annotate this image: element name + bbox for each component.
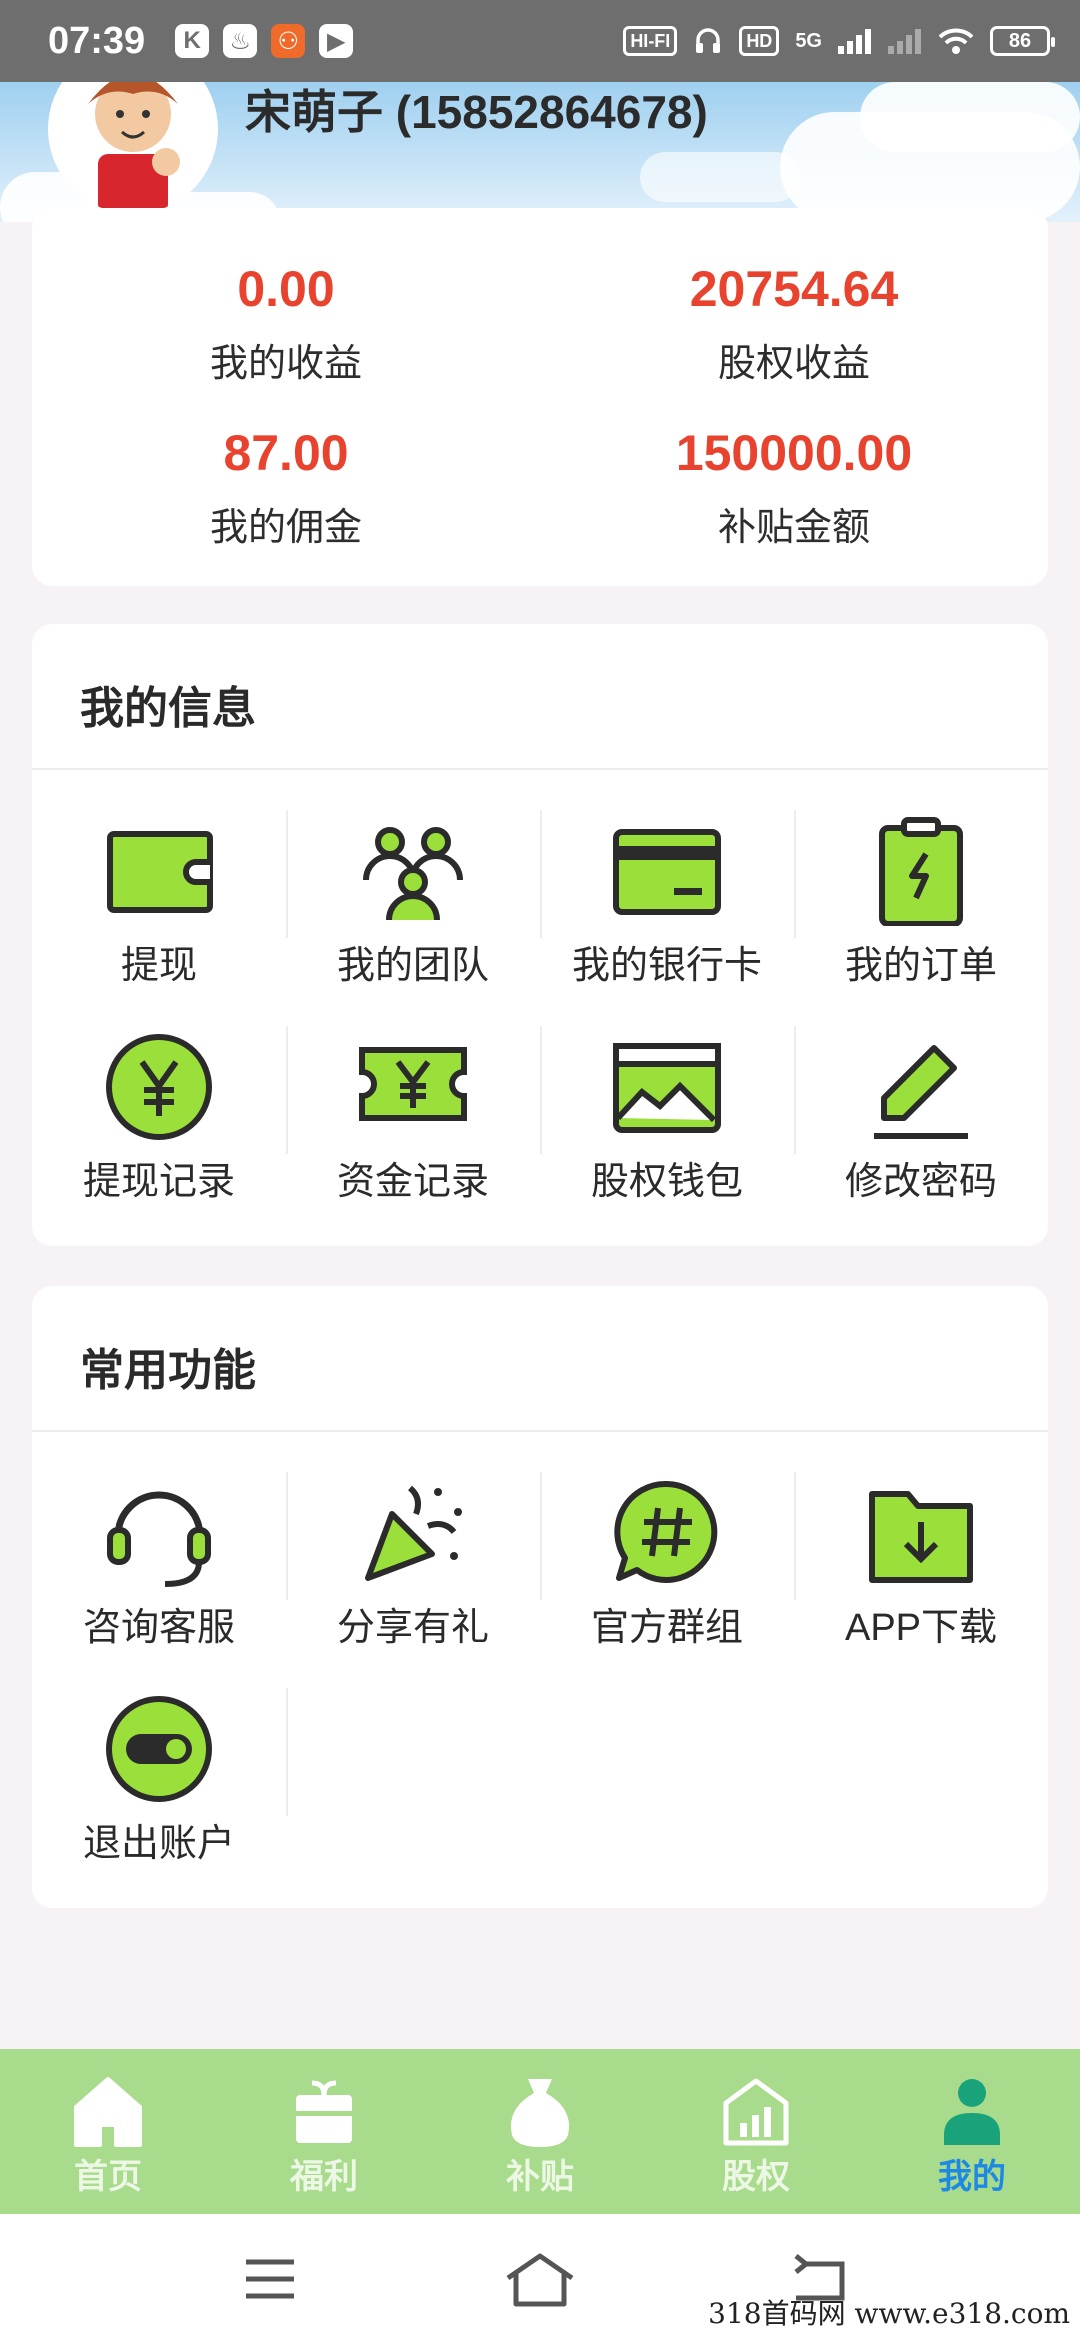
divider bbox=[32, 1430, 1048, 1432]
stat-value: 150000.00 bbox=[675, 425, 913, 481]
stat-label: 我的收益 bbox=[209, 343, 362, 385]
user-icon bbox=[944, 2079, 1000, 2145]
headphones-icon bbox=[696, 28, 721, 53]
menu-label: 我的订单 bbox=[844, 945, 997, 987]
menu-label: 分享有礼 bbox=[336, 1607, 489, 1649]
tab-mine[interactable]: 我的 bbox=[864, 2049, 1080, 2214]
section-title-my-info: 我的信息 bbox=[80, 684, 256, 733]
chart-wallet-icon bbox=[613, 1043, 721, 1133]
menu-label: APP下载 bbox=[844, 1607, 998, 1649]
menu-equity-wallet[interactable]: 股权钱包 bbox=[540, 1016, 794, 1212]
stat-label: 我的佣金 bbox=[209, 507, 362, 549]
tab-label: 我的 bbox=[938, 2158, 1006, 2196]
menu-share-rewards[interactable]: 分享有礼 bbox=[286, 1462, 540, 1658]
profile-banner: 宋萌子 (15852864678) bbox=[0, 82, 1080, 222]
menu-withdraw[interactable]: 提现 bbox=[32, 800, 286, 996]
tab-label: 补贴 bbox=[506, 2158, 574, 2196]
app-k-icon: K bbox=[175, 24, 210, 58]
menu-logout[interactable]: 退出账户 bbox=[32, 1678, 286, 1874]
hifi-icon: HI-FI bbox=[623, 26, 678, 56]
menu-customer-service[interactable]: 咨询客服 bbox=[32, 1462, 286, 1658]
yen-ticket-icon bbox=[359, 1047, 467, 1121]
earnings-card: 0.00 我的收益 20754.64 股权收益 87.00 我的佣金 15000… bbox=[32, 208, 1048, 586]
menu-label: 提现 bbox=[120, 945, 197, 987]
status-time: 07:39 bbox=[48, 19, 146, 62]
menu-label: 退出账户 bbox=[82, 1823, 235, 1865]
menu-my-bank-card[interactable]: 我的银行卡 bbox=[540, 800, 794, 996]
status-right-icons: HI-FI HD 5G 86 bbox=[623, 26, 1055, 56]
stat-value: 20754.64 bbox=[689, 261, 899, 317]
menu-icon[interactable] bbox=[230, 2244, 310, 2314]
signal-weak-icon bbox=[888, 29, 921, 54]
stat-equity-earnings[interactable]: 20754.64 股权收益 bbox=[540, 260, 1048, 387]
section-title-common-functions: 常用功能 bbox=[80, 1346, 256, 1395]
home-nav-icon[interactable] bbox=[500, 2244, 580, 2314]
menu-label: 官方群组 bbox=[590, 1607, 743, 1649]
stat-label: 补贴金额 bbox=[717, 507, 870, 549]
team-icon bbox=[363, 827, 463, 921]
tab-home[interactable]: 首页 bbox=[0, 2049, 216, 2214]
username: 宋萌子 (15852864678) bbox=[245, 86, 708, 138]
menu-official-group[interactable]: 官方群组 bbox=[540, 1462, 794, 1658]
menu-withdraw-records[interactable]: 提现记录 bbox=[32, 1016, 286, 1212]
menu-label: 我的银行卡 bbox=[571, 945, 762, 987]
hd-icon: HD bbox=[739, 26, 780, 56]
tab-label: 福利 bbox=[290, 2158, 358, 2196]
stat-subsidy-amount[interactable]: 150000.00 补贴金额 bbox=[540, 424, 1048, 551]
hashtag-chat-icon bbox=[614, 1480, 718, 1583]
tab-equity[interactable]: 股权 bbox=[648, 2049, 864, 2214]
stat-label: 股权收益 bbox=[717, 343, 870, 385]
yen-coin-icon bbox=[106, 1034, 212, 1140]
app-orange-icon: ⚇ bbox=[271, 24, 306, 58]
stat-value: 87.00 bbox=[223, 425, 349, 481]
menu-change-password[interactable]: 修改密码 bbox=[794, 1016, 1048, 1212]
watermark-text: 318首码网 www.e318.com bbox=[708, 2297, 1070, 2330]
stat-my-commission[interactable]: 87.00 我的佣金 bbox=[32, 424, 540, 551]
signal-icon bbox=[838, 29, 871, 54]
network-type: 5G bbox=[795, 29, 822, 52]
battery-level: 86 bbox=[1008, 29, 1032, 52]
battery-icon: 86 bbox=[990, 26, 1055, 56]
party-popper-icon bbox=[365, 1485, 462, 1581]
menu-label: 股权钱包 bbox=[590, 1161, 743, 1203]
toggle-icon bbox=[106, 1696, 212, 1802]
menu-label: 修改密码 bbox=[844, 1161, 997, 1203]
tab-label: 股权 bbox=[722, 2158, 790, 2196]
stock-building-icon bbox=[723, 2078, 789, 2146]
divider bbox=[32, 768, 1048, 770]
menu-label: 提现记录 bbox=[82, 1161, 235, 1203]
order-clipboard-icon bbox=[879, 817, 963, 926]
wallet-icon bbox=[107, 831, 213, 913]
status-notification-icons: K ♨ ⚇ ▶ bbox=[175, 24, 354, 58]
bottom-tab-bar: 首页 福利 补贴 股权 我的 bbox=[0, 2049, 1080, 2214]
money-bag-icon bbox=[510, 2079, 570, 2147]
tab-welfare[interactable]: 福利 bbox=[216, 2049, 432, 2214]
pencil-icon bbox=[874, 1045, 968, 1139]
stat-value: 0.00 bbox=[237, 261, 335, 317]
gift-box-icon bbox=[296, 2080, 352, 2143]
menu-app-download[interactable]: APP下载 bbox=[794, 1462, 1048, 1658]
tab-subsidy[interactable]: 补贴 bbox=[432, 2049, 648, 2214]
stat-my-earnings[interactable]: 0.00 我的收益 bbox=[32, 260, 540, 387]
menu-my-team[interactable]: 我的团队 bbox=[286, 800, 540, 996]
headset-icon bbox=[107, 1491, 211, 1587]
menu-fund-records[interactable]: 资金记录 bbox=[286, 1016, 540, 1212]
wifi-icon bbox=[938, 28, 974, 54]
tab-label: 首页 bbox=[74, 2158, 142, 2196]
home-icon bbox=[74, 2077, 142, 2147]
menu-label: 我的团队 bbox=[336, 945, 489, 987]
app-play-icon: ▶ bbox=[319, 24, 354, 58]
common-functions-card: 常用功能 咨询客服 分享有礼 官方群组 APP下载 退出账户 bbox=[32, 1286, 1048, 1908]
bank-card-icon bbox=[613, 829, 721, 915]
status-bar: 07:39 K ♨ ⚇ ▶ HI-FI HD 5G 86 bbox=[0, 0, 1080, 82]
menu-label: 咨询客服 bbox=[82, 1607, 235, 1649]
app-weather-icon: ♨ bbox=[223, 24, 258, 58]
download-folder-icon bbox=[869, 1491, 973, 1583]
my-info-card: 我的信息 提现 我的团队 我的银行卡 我的订单 提现记录 资金记录 股权钱包 修… bbox=[32, 624, 1048, 1246]
menu-label: 资金记录 bbox=[336, 1161, 489, 1203]
menu-my-orders[interactable]: 我的订单 bbox=[794, 800, 1048, 996]
